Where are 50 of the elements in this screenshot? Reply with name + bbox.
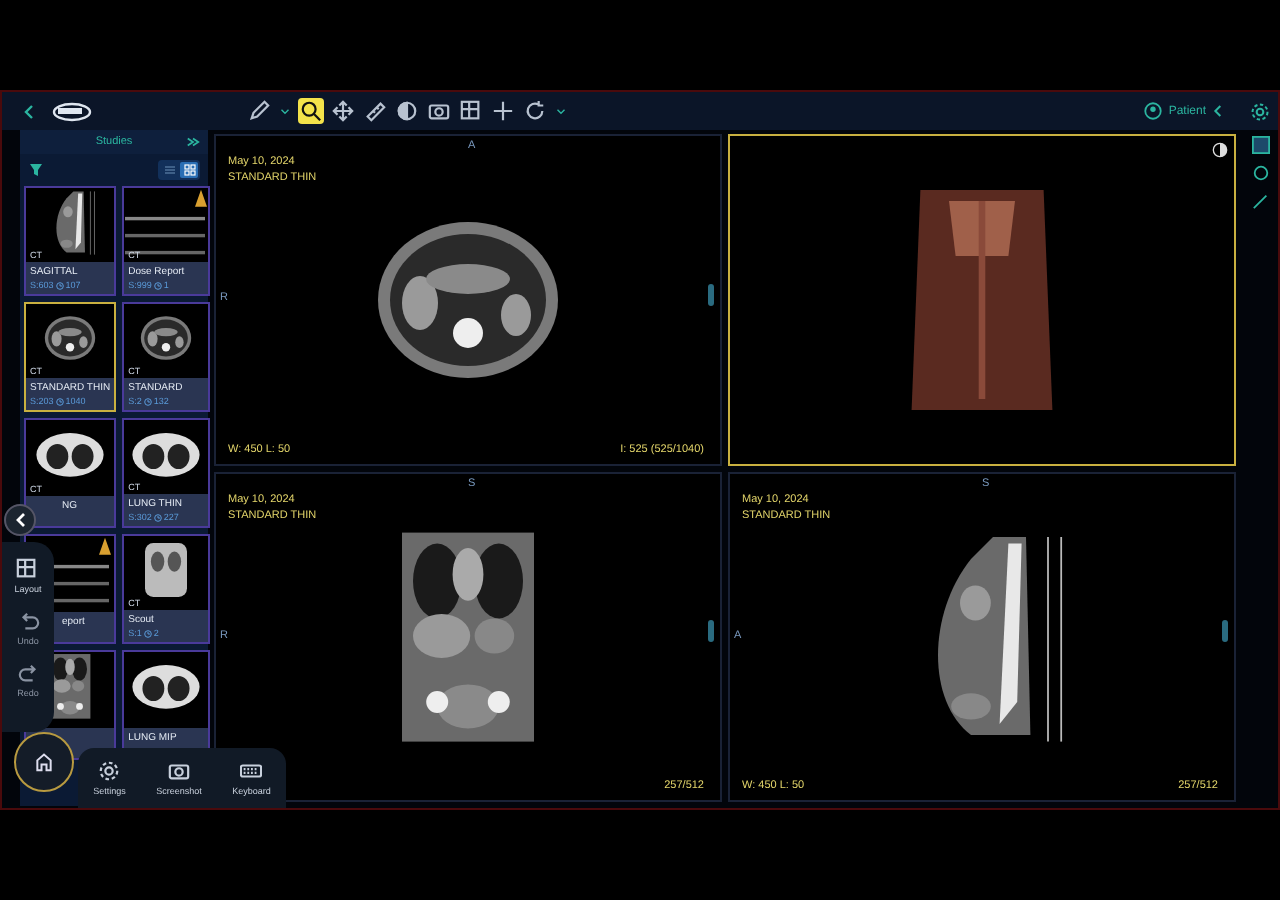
layout-icon	[16, 558, 39, 580]
screenshot-icon	[167, 760, 190, 782]
contrast-icon[interactable]	[1212, 142, 1228, 158]
settings-icon	[98, 760, 121, 782]
undo-icon	[17, 610, 39, 632]
scrollbar-thumb[interactable]	[708, 283, 714, 306]
collapse-icon[interactable]	[186, 136, 200, 148]
settings-icon[interactable]	[1250, 101, 1270, 121]
view-toggle[interactable]	[180, 162, 198, 178]
collapse-button[interactable]	[4, 504, 36, 536]
move-icon	[332, 100, 354, 122]
tool-button[interactable]	[522, 98, 548, 124]
logo-icon	[50, 99, 94, 123]
rotate-icon	[524, 100, 546, 122]
layout-icon[interactable]	[1251, 136, 1269, 154]
contrast-icon	[396, 100, 418, 122]
tool-button[interactable]	[394, 98, 420, 124]
clock-icon	[143, 397, 152, 405]
clock-icon	[55, 397, 64, 405]
back-button[interactable]	[22, 103, 34, 119]
tool-button[interactable]	[426, 98, 452, 124]
clock-icon	[55, 281, 64, 289]
tool-button[interactable]	[362, 98, 388, 124]
list-icon	[163, 164, 175, 176]
search-icon	[300, 100, 322, 122]
scrollbar-thumb[interactable]	[1222, 620, 1228, 643]
target-icon[interactable]	[1251, 164, 1269, 182]
clock-icon	[153, 281, 162, 289]
image-viewport[interactable]	[728, 134, 1236, 465]
tool-button[interactable]	[330, 98, 356, 124]
tool-button[interactable]	[490, 98, 516, 124]
home-icon	[34, 752, 54, 772]
layout-icon	[460, 100, 482, 122]
scrollbar-thumb[interactable]	[708, 620, 714, 643]
clock-icon	[153, 513, 162, 521]
keyboard-icon	[240, 760, 263, 782]
clock-icon	[143, 629, 152, 637]
tool-button[interactable]	[298, 98, 324, 124]
chevron-left-icon	[14, 512, 26, 528]
view-toggle[interactable]	[160, 162, 178, 178]
crosshair-icon	[492, 100, 514, 122]
tool-button[interactable]	[458, 98, 484, 124]
chevron-left-icon	[1212, 104, 1222, 118]
scan-preview	[124, 188, 209, 256]
redo-icon	[17, 662, 39, 684]
grid-icon	[183, 164, 195, 176]
camera-icon	[428, 100, 450, 122]
ruler-icon	[364, 100, 386, 122]
chevron-left-icon	[22, 103, 34, 119]
filter-icon[interactable]	[28, 162, 44, 178]
